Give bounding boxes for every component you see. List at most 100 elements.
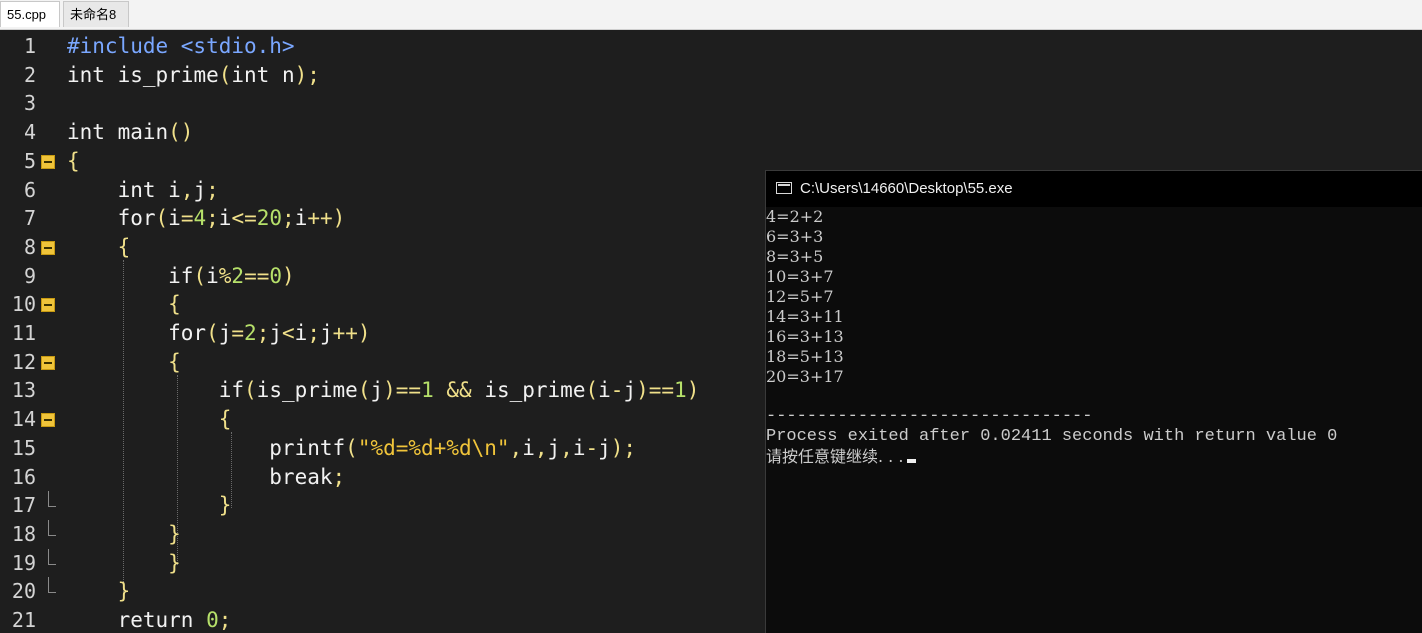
- code-token: ;: [332, 464, 346, 489]
- code-token: j: [218, 321, 232, 345]
- code-token: 2: [231, 263, 245, 288]
- code-token: 2: [244, 321, 257, 345]
- code-line[interactable]: 4 int main(): [0, 118, 1422, 147]
- console-output-line: 6=3+3: [766, 227, 824, 246]
- code-token: j: [598, 435, 611, 460]
- editor-tab-bar: 55.cpp 未命名8: [0, 0, 1422, 30]
- console-app-icon: [776, 182, 792, 194]
- code-token: ,: [534, 435, 548, 460]
- line-number: 13: [11, 378, 36, 403]
- line-number: 21: [11, 608, 36, 632]
- code-token: }: [67, 579, 131, 604]
- code-token: ): [282, 263, 295, 288]
- line-number: 8: [23, 234, 36, 259]
- line-number: 17: [11, 493, 36, 518]
- code-token: =: [231, 321, 245, 345]
- code-token: is_prime: [104, 62, 219, 87]
- line-number: 9: [23, 263, 36, 288]
- line-number: 10: [11, 292, 36, 317]
- code-token: int: [231, 62, 270, 87]
- console-window[interactable]: C:\Users\14660\Desktop\55.exe 4=2+2 6=3+…: [765, 170, 1422, 633]
- code-token: int: [67, 120, 105, 145]
- line-number: 2: [23, 62, 36, 87]
- code-line[interactable]: 1 #include <stdio.h>: [0, 32, 1422, 61]
- code-token: {: [67, 349, 181, 374]
- code-token: (: [155, 206, 169, 231]
- code-token: break: [67, 464, 333, 489]
- code-token: {: [67, 148, 80, 173]
- code-text: }: [67, 491, 232, 520]
- code-token: (: [585, 378, 599, 403]
- code-token: (: [218, 62, 232, 87]
- fold-collapse-icon[interactable]: [41, 154, 55, 169]
- console-process-line: Process exited after 0.02411 seconds wit…: [766, 427, 1338, 446]
- tab-55-cpp[interactable]: 55.cpp: [0, 1, 60, 27]
- code-token: );: [610, 435, 637, 460]
- console-separator: --------------------------------: [766, 407, 1093, 426]
- code-token: i: [168, 206, 181, 231]
- console-output-line: 12=5+7: [766, 287, 834, 306]
- code-text: int i,j;: [67, 176, 219, 205]
- console-prompt: 请按任意键继续. . .: [766, 447, 904, 466]
- code-token: (: [345, 435, 358, 460]
- code-token: #include <stdio.h>: [67, 34, 295, 58]
- fold-end-marker-icon: [48, 491, 56, 508]
- fold-collapse-icon[interactable]: [41, 355, 55, 370]
- code-token: if: [67, 263, 194, 288]
- code-token: (: [244, 378, 257, 403]
- code-token: for: [67, 321, 207, 345]
- fold-collapse-icon[interactable]: [41, 240, 55, 255]
- code-token: <: [282, 321, 295, 345]
- console-output-line: 18=5+13: [766, 347, 844, 366]
- code-token: (: [193, 263, 207, 288]
- code-text: break;: [67, 463, 345, 492]
- code-token: i: [522, 435, 535, 460]
- code-token: =: [180, 206, 194, 231]
- code-text: for(i=4;i<=20;i++): [67, 204, 346, 233]
- code-token: (): [168, 120, 194, 145]
- line-number: 12: [11, 349, 36, 374]
- code-token: i: [155, 177, 181, 202]
- fold-collapse-icon[interactable]: [41, 298, 55, 313]
- line-number: 5: [23, 148, 36, 173]
- code-token: is_prime: [256, 378, 358, 403]
- line-number: 16: [11, 464, 36, 489]
- code-token: )==: [636, 378, 675, 403]
- console-output-line: 20=3+17: [766, 367, 844, 386]
- code-token: ;: [206, 206, 219, 231]
- code-token: ,: [560, 435, 573, 460]
- line-number: 20: [11, 579, 36, 604]
- code-token: -: [585, 435, 599, 460]
- code-token: (: [206, 321, 219, 345]
- console-title-bar[interactable]: C:\Users\14660\Desktop\55.exe: [766, 171, 1422, 207]
- fold-end-marker-icon: [48, 577, 56, 594]
- line-number: 11: [11, 321, 36, 345]
- console-title: C:\Users\14660\Desktop\55.exe: [800, 180, 1013, 197]
- code-token: {: [67, 407, 232, 432]
- code-text: {: [67, 290, 181, 319]
- code-text: printf("%d=%d+%d\n",i,j,i-j);: [67, 434, 636, 463]
- fold-collapse-icon[interactable]: [41, 413, 55, 428]
- code-token: }: [67, 521, 181, 546]
- code-line[interactable]: 2 int is_prime(int n);: [0, 61, 1422, 90]
- code-text: {: [67, 348, 181, 377]
- code-text: if(is_prime(j)==1 && is_prime(i-j)==1): [67, 376, 700, 405]
- code-text: {: [67, 147, 80, 176]
- code-token: 0: [269, 263, 283, 288]
- code-token: j: [193, 177, 207, 202]
- code-token: ,: [509, 435, 523, 460]
- code-token: j: [623, 378, 637, 403]
- code-token: "%d=%d+%d\n": [357, 435, 510, 460]
- tab-untitled-8[interactable]: 未命名8: [63, 1, 129, 27]
- line-number: 3: [23, 91, 36, 116]
- code-text: int is_prime(int n);: [67, 61, 320, 90]
- console-output: 4=2+2 6=3+3 8=3+5 10=3+7 12=5+7 14=3+11 …: [766, 207, 1422, 467]
- code-token: 0: [206, 608, 219, 632]
- code-token: i: [206, 263, 219, 288]
- line-number: 1: [23, 34, 36, 58]
- line-number: 4: [23, 120, 36, 145]
- code-token: i: [598, 378, 611, 403]
- console-cursor: [907, 459, 917, 463]
- code-token: i: [218, 206, 232, 231]
- code-line[interactable]: 3: [0, 89, 1422, 118]
